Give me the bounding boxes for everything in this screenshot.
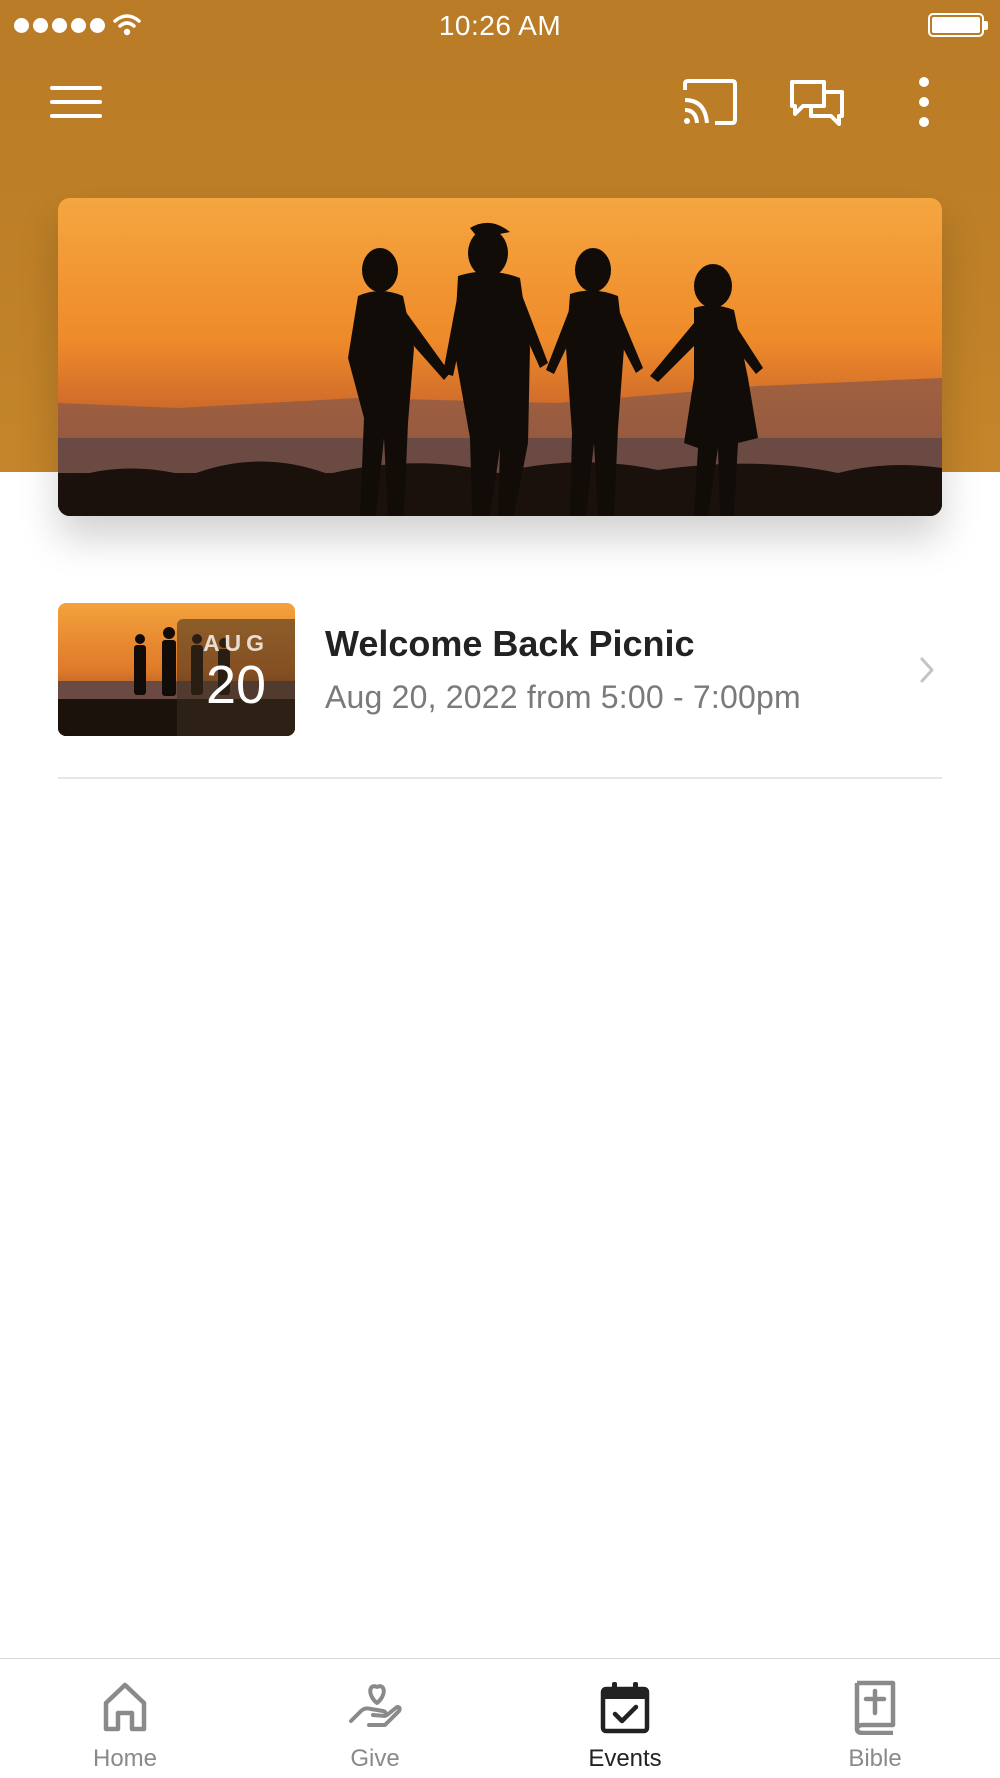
event-date-badge: AUG 20	[177, 619, 295, 736]
give-hand-heart-icon	[349, 1684, 402, 1727]
list-divider	[58, 777, 942, 779]
bottom-tab-bar: Home Give Events Bible	[0, 1658, 1000, 1778]
event-title: Welcome Back Picnic	[325, 623, 695, 664]
hero-image	[58, 198, 942, 516]
chat-button[interactable]	[785, 72, 849, 132]
hamburger-menu-icon	[50, 86, 102, 118]
bible-book-icon	[854, 1680, 896, 1735]
tab-home-label: Home	[92, 1745, 158, 1772]
event-date-day: 20	[205, 655, 267, 715]
tab-bible[interactable]: Bible	[750, 1659, 1000, 1778]
tab-bible-label: Bible	[848, 1745, 902, 1772]
status-time: 10:26 AM	[438, 10, 562, 41]
more-vertical-icon	[919, 77, 929, 127]
battery-icon	[928, 13, 988, 37]
event-list-item[interactable]: AUG 20 Welcome Back Picnic Aug 20, 2022 …	[58, 603, 942, 737]
event-thumbnail: AUG 20	[58, 603, 295, 736]
tab-give[interactable]: Give	[250, 1659, 500, 1778]
cast-button[interactable]	[678, 72, 742, 132]
status-bar: 10:26 AM	[0, 0, 1000, 52]
calendar-check-icon	[600, 1682, 650, 1734]
tab-give-label: Give	[350, 1745, 400, 1772]
tab-home[interactable]: Home	[0, 1659, 250, 1778]
menu-button[interactable]	[44, 72, 108, 132]
more-options-button[interactable]	[892, 72, 956, 132]
chat-bubbles-icon	[790, 80, 844, 126]
event-datetime: Aug 20, 2022 from 5:00 - 7:00pm	[325, 679, 801, 715]
tab-events[interactable]: Events	[500, 1659, 750, 1778]
home-icon	[103, 1682, 147, 1732]
tab-events-label: Events	[588, 1745, 662, 1772]
chevron-right-icon	[920, 657, 934, 683]
cast-icon	[683, 79, 737, 125]
event-date-month: AUG	[202, 630, 270, 656]
